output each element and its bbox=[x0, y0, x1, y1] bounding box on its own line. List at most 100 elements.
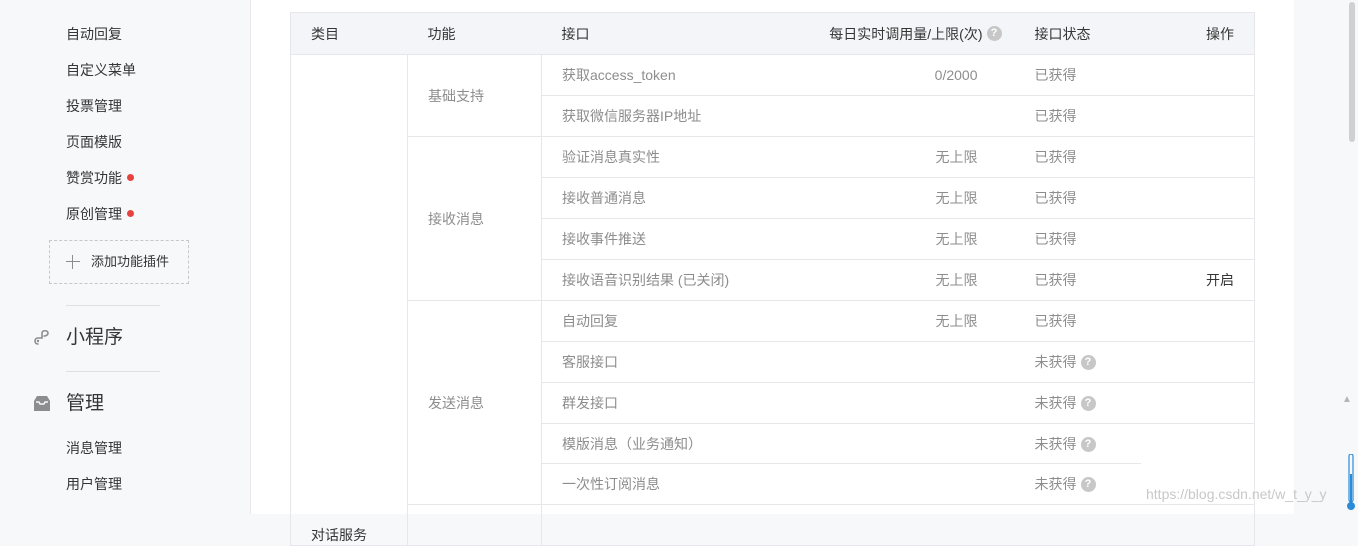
scrollbar-thumb[interactable] bbox=[1349, 2, 1355, 142]
column-header-function: 功能 bbox=[407, 12, 542, 55]
sidebar-item-users[interactable]: 用户管理 bbox=[66, 474, 122, 494]
quota-value bbox=[810, 95, 1018, 137]
status-text: 已获得 bbox=[1017, 259, 1150, 301]
action-cell bbox=[1149, 423, 1255, 464]
row-divider bbox=[541, 463, 1141, 464]
api-name: 一次性订阅消息 bbox=[541, 464, 811, 505]
action-cell bbox=[1149, 95, 1255, 137]
status-cell: 未获得? bbox=[1017, 341, 1150, 383]
action-cell bbox=[1149, 54, 1255, 96]
status-text: 已获得 bbox=[1017, 300, 1150, 342]
column-header-action: 操作 bbox=[1149, 12, 1255, 55]
sidebar-section-label: 管理 bbox=[66, 393, 105, 414]
api-name: 接收事件推送 bbox=[541, 218, 811, 260]
quota-value: 无上限 bbox=[810, 177, 1018, 219]
add-plugin-button[interactable]: 添加功能插件 bbox=[49, 240, 189, 284]
sidebar-item-vote[interactable]: 投票管理 bbox=[66, 96, 122, 116]
column-header-status: 接口状态 bbox=[1017, 12, 1150, 55]
sidebar-item-messages[interactable]: 消息管理 bbox=[66, 438, 122, 458]
quota-value bbox=[810, 504, 1018, 546]
action-cell bbox=[1149, 504, 1255, 546]
action-cell bbox=[1149, 177, 1255, 219]
sidebar-section-label: 小程序 bbox=[66, 327, 124, 348]
status-text: 已获得 bbox=[1017, 136, 1150, 178]
sidebar-item-label: 原创管理 bbox=[66, 206, 122, 222]
api-permissions-table: 类目 功能 接口 每日实时调用量/上限(次)? 接口状态 操作 对话服务 基础支… bbox=[290, 12, 1255, 546]
function-cell: 接收消息 bbox=[407, 136, 542, 301]
column-header-quota: 每日实时调用量/上限(次)? bbox=[810, 12, 1018, 55]
sidebar-item-auto-reply[interactable]: 自动回复 bbox=[66, 24, 122, 44]
sidebar-item-page-template[interactable]: 页面模版 bbox=[66, 132, 122, 152]
quota-value: 0/2000 bbox=[810, 54, 1018, 96]
quota-value: 无上限 bbox=[810, 259, 1018, 301]
action-cell: 开启 bbox=[1149, 259, 1255, 301]
table-row: 发送消息 自动回复 无上限 已获得 bbox=[291, 300, 1255, 505]
action-cell bbox=[1149, 382, 1255, 424]
function-cell bbox=[407, 504, 542, 546]
help-icon[interactable]: ? bbox=[1080, 436, 1096, 452]
action-cell bbox=[1149, 136, 1255, 178]
action-cell bbox=[1149, 300, 1255, 342]
api-name: 群发接口 bbox=[541, 382, 811, 424]
help-icon[interactable]: ? bbox=[1080, 354, 1096, 370]
api-name: 接收普通消息 bbox=[541, 177, 811, 219]
action-cell bbox=[1149, 218, 1255, 260]
help-icon[interactable]: ? bbox=[1080, 395, 1096, 411]
quota-value bbox=[810, 464, 1018, 505]
status-text: 已获得 bbox=[1017, 54, 1150, 96]
add-plugin-label: 添加功能插件 bbox=[91, 254, 170, 269]
status-cell: 未获得? bbox=[1018, 424, 1150, 465]
sidebar-item-custom-menu[interactable]: 自定义菜单 bbox=[66, 60, 136, 80]
action-cell bbox=[1149, 341, 1255, 383]
watermark-text: https://blog.csdn.net/w_t_y_y bbox=[1146, 486, 1327, 502]
mini-program-icon bbox=[34, 329, 49, 345]
api-name: 自动回复 bbox=[541, 300, 811, 342]
table-row bbox=[291, 504, 1255, 546]
function-cell: 基础支持 bbox=[407, 54, 542, 137]
quota-value: 无上限 bbox=[810, 136, 1018, 178]
status-text: 未获得 bbox=[1034, 436, 1077, 452]
sidebar-divider bbox=[66, 371, 160, 372]
inbox-icon bbox=[34, 396, 50, 411]
sidebar-item-reward[interactable]: 赞赏功能 bbox=[66, 168, 134, 188]
api-name: 获取微信服务器IP地址 bbox=[541, 95, 811, 137]
status-text: 未获得 bbox=[1034, 476, 1077, 492]
function-cell: 发送消息 bbox=[407, 300, 542, 505]
column-header-category: 类目 bbox=[290, 12, 408, 55]
quota-value bbox=[811, 424, 1018, 465]
api-name: 接收语音识别结果 (已关闭) bbox=[541, 259, 811, 301]
api-name bbox=[541, 504, 811, 546]
status-text: 已获得 bbox=[1017, 95, 1150, 137]
quota-value: 无上限 bbox=[810, 218, 1018, 260]
api-name: 模版消息（业务通知） bbox=[562, 436, 702, 452]
enable-voice-recognition-link[interactable]: 开启 bbox=[1206, 272, 1234, 288]
new-badge-dot bbox=[127, 209, 134, 217]
category-cell: 对话服务 bbox=[290, 54, 408, 546]
sidebar-item-original[interactable]: 原创管理 bbox=[66, 204, 134, 224]
status-cell: 未获得? bbox=[1017, 382, 1150, 424]
quota-value bbox=[810, 382, 1018, 424]
status-text: 已获得 bbox=[1017, 177, 1150, 219]
table-header-row: 类目 功能 接口 每日实时调用量/上限(次)? 接口状态 操作 bbox=[290, 12, 1255, 55]
api-name: 获取access_token bbox=[541, 54, 811, 96]
category-label: 对话服务 bbox=[311, 527, 367, 543]
thermometer-icon bbox=[1347, 454, 1355, 510]
status-text: 已获得 bbox=[1017, 218, 1150, 260]
api-name: 客服接口 bbox=[541, 341, 811, 383]
status-text: 未获得 bbox=[1034, 395, 1077, 411]
quota-value: 无上限 bbox=[810, 300, 1018, 342]
status-text: 未获得 bbox=[1034, 354, 1077, 370]
column-header-label: 每日实时调用量/上限(次) bbox=[829, 25, 983, 42]
table-row: 对话服务 基础支持 获取access_token 0/2000 已获得 bbox=[290, 54, 1255, 546]
sidebar: 自动回复 自定义菜单 投票管理 页面模版 赞赏功能 原创管理 添加功能插件 小程… bbox=[0, 0, 251, 514]
quota-value bbox=[810, 341, 1018, 383]
status-cell bbox=[1017, 504, 1150, 546]
table-row: 接收消息 验证消息真实性 无上限 已获得 bbox=[291, 136, 1255, 301]
column-header-api: 接口 bbox=[541, 12, 811, 55]
sidebar-divider bbox=[66, 305, 160, 306]
help-icon[interactable]: ? bbox=[1080, 476, 1096, 492]
new-badge-dot bbox=[127, 173, 134, 181]
pin-icon[interactable]: ▲ bbox=[1342, 394, 1352, 405]
api-name: 验证消息真实性 bbox=[541, 136, 811, 178]
help-icon[interactable]: ? bbox=[986, 26, 1002, 42]
